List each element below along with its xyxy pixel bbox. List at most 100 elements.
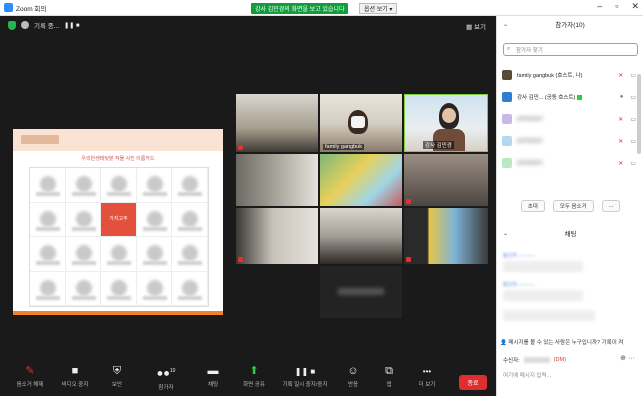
participant-actions: 초대 모두 음소거 ...	[497, 200, 643, 212]
control-label: 음소거 해제	[16, 382, 44, 388]
control-label: 채팅	[207, 382, 219, 388]
search-icon: ⌕	[507, 46, 511, 52]
video-tile[interactable]	[236, 154, 318, 206]
camera-icon[interactable]: ▭	[630, 116, 636, 123]
video-tile-family-gangbuk[interactable]: family gangbuk	[320, 94, 402, 152]
video-tile[interactable]	[236, 94, 318, 152]
meeting-area: 기록 중... ❚❚ ■ ▦ 보기 우리반생태텃밭 작물 사진 이름카드 가지고…	[0, 16, 496, 396]
camera-icon[interactable]: ▭	[630, 160, 636, 167]
name-card	[101, 168, 137, 203]
mic-muted-icon[interactable]: ✕	[618, 160, 623, 167]
title-bar: Zoom 회의 강사 김민경의 화면을 보고 있습니다 옵션 보기 ▾ – ▫ …	[0, 0, 643, 16]
zoom-logo-icon	[4, 3, 13, 12]
more-icon: •••	[422, 367, 432, 376]
chat-sender: 발신자 ----------	[503, 282, 535, 288]
video-tile[interactable]	[404, 208, 488, 264]
camera-icon[interactable]: ▭	[630, 72, 636, 79]
participant-status-icons: ✕ ▭	[618, 160, 636, 167]
chat-messages: 발신자 ---------- 발신자 ----------	[503, 252, 638, 330]
participant-row[interactable]: family gangbuk (호스트, 나) ✕ ▭	[497, 64, 643, 86]
control-label: 더 보기	[418, 382, 436, 388]
video-tile[interactable]	[404, 154, 488, 206]
share-screen-button[interactable]: ⬆ 화면 공유	[234, 365, 274, 389]
recipient-selector[interactable]: 수신자: (DM)	[503, 356, 566, 364]
participant-status-icons: ✕ ▭	[618, 116, 636, 123]
name-card	[30, 168, 66, 203]
highlighted-name-card: 가지고추	[101, 202, 137, 237]
stop-video-button[interactable]: ■ 비디오 중지	[55, 366, 95, 389]
record-pause-stop-button[interactable]: ❚❚ ■ 기록 일시 중지/중지	[276, 366, 334, 388]
invite-button[interactable]: 초대	[520, 200, 545, 212]
recording-pause-stop-icon[interactable]: ❚❚ ■	[64, 22, 79, 29]
window-title: Zoom 회의	[16, 5, 47, 13]
video-tile[interactable]	[320, 154, 402, 206]
avatar	[502, 70, 512, 80]
name-card	[65, 168, 102, 203]
video-tile-no-video[interactable]	[320, 266, 402, 318]
gallery-view-button[interactable]: ▦ 보기	[466, 21, 486, 31]
more-button[interactable]: ••• 더 보기	[407, 366, 447, 388]
participant-search-input[interactable]: ⌕ 참가자 찾기	[503, 43, 638, 56]
encryption-shield-icon[interactable]	[8, 20, 16, 30]
close-icon[interactable]: ✕	[631, 1, 639, 12]
participants-button[interactable]: ●●10 참가자	[146, 366, 186, 391]
chevron-down-icon[interactable]: ⌄	[503, 21, 508, 28]
avatar	[502, 114, 512, 124]
name-card	[30, 271, 66, 306]
chat-message-input[interactable]: 여기에 메시지 입력...	[503, 371, 551, 379]
participant-row[interactable]: participant ✕ ▭	[497, 130, 643, 152]
chat-sender: 발신자 ----------	[503, 253, 535, 259]
name-card	[136, 202, 173, 237]
mute-all-button[interactable]: 모두 음소거	[552, 200, 594, 212]
mic-muted-icon	[406, 257, 411, 262]
participants-title: 참가자(10)	[555, 22, 585, 29]
file-icon[interactable]: ⊕	[620, 355, 626, 362]
control-label: 보안	[111, 382, 123, 388]
minimize-icon[interactable]: –	[597, 1, 602, 12]
unmute-button[interactable]: ✎ 음소거 해제	[10, 366, 50, 389]
video-tile-instructor[interactable]: 강사 김민경	[404, 94, 488, 152]
meeting-info-bar: 기록 중... ❚❚ ■	[8, 20, 80, 30]
name-card	[30, 202, 66, 237]
chevron-down-icon[interactable]: ⌄	[503, 230, 508, 237]
shared-screen: 우리반생태텃밭 작물 사진 이름카드 가지고추	[13, 129, 223, 315]
security-button[interactable]: ⛨ 보안	[97, 366, 137, 389]
window-controls: – ▫ ✕	[597, 1, 639, 12]
participant-list-scrollbar[interactable]	[637, 74, 641, 154]
share-screen-icon: ⬆	[249, 365, 259, 377]
participant-row[interactable]: participant ✕ ▭	[497, 152, 643, 174]
maximize-icon[interactable]: ▫	[615, 1, 618, 12]
mic-muted-icon[interactable]: ✕	[618, 116, 623, 123]
participants-header: ⌄ 참가자(10)	[497, 16, 643, 32]
participant-status-icons: ● ▭	[620, 94, 636, 101]
chat-options: ⊕ ···	[620, 354, 635, 362]
dm-label: (DM)	[553, 357, 566, 363]
camera-icon[interactable]: ▭	[630, 94, 636, 101]
end-meeting-button[interactable]: 종료	[459, 375, 487, 390]
chat-button[interactable]: ▬ 채팅	[193, 366, 233, 389]
more-options-button[interactable]: ...	[601, 200, 621, 212]
avatar	[502, 92, 512, 102]
video-tile[interactable]	[320, 208, 402, 264]
more-icon[interactable]: ···	[628, 355, 635, 362]
participant-row[interactable]: participant ✕ ▭	[497, 108, 643, 130]
reactions-button[interactable]: ☺ 반응	[333, 366, 373, 389]
name-card	[172, 271, 208, 306]
search-placeholder: 참가자 찾기	[516, 47, 543, 54]
camera-icon[interactable]: ▭	[630, 138, 636, 145]
chat-header-wrap: ⌄ 채팅	[497, 225, 643, 241]
participant-status-icons: ✕ ▭	[618, 138, 636, 145]
chat-visibility-warning[interactable]: 👤 메시지를 볼 수 있는 사람은 누구입니까? 기록이 켜	[500, 338, 642, 346]
mic-icon[interactable]: ●	[620, 94, 624, 101]
view-options-button[interactable]: 옵션 보기 ▾	[359, 3, 398, 14]
participant-status-icons: ✕ ▭	[618, 72, 636, 79]
video-tile[interactable]	[236, 208, 318, 264]
name-card	[136, 168, 173, 203]
participant-row[interactable]: 강사 김민... (공동 호스트) ● ▭	[497, 86, 643, 108]
apps-button[interactable]: ⧉ 앱	[369, 366, 409, 389]
mic-muted-icon[interactable]: ✕	[618, 138, 623, 145]
avatar	[502, 158, 512, 168]
mic-muted-icon[interactable]: ✕	[618, 72, 623, 79]
tile-name-label: family gangbuk	[323, 144, 364, 150]
name-card	[136, 237, 173, 272]
